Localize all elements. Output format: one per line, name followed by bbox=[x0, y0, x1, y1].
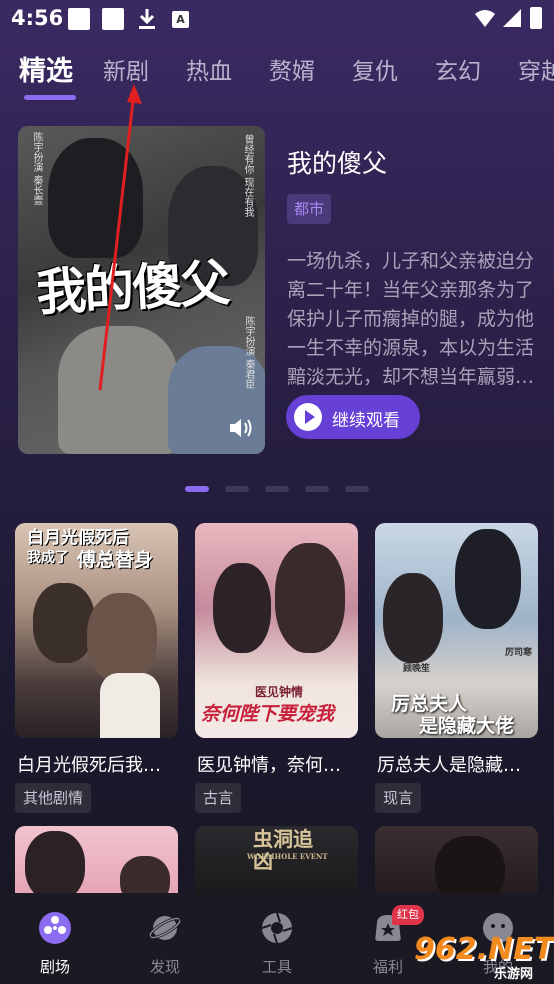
a-app-icon: A bbox=[172, 11, 189, 28]
play-icon bbox=[294, 403, 322, 431]
category-tabs: 精选 新剧 热血 赘婿 复仇 玄幻 穿越 bbox=[0, 52, 554, 102]
poster-figure bbox=[275, 543, 345, 653]
poster-figure bbox=[120, 856, 170, 896]
poster-figure bbox=[58, 326, 178, 454]
carousel-dot[interactable] bbox=[225, 486, 249, 492]
watermark-logo: 962.NET 乐游网 bbox=[414, 932, 554, 982]
download-icon bbox=[139, 9, 155, 29]
wifi-icon bbox=[475, 10, 495, 27]
nav-tools[interactable]: 工具 bbox=[222, 893, 332, 984]
poster-figure bbox=[213, 563, 271, 653]
film-reel-icon bbox=[39, 912, 71, 944]
drama-poster[interactable]: 厉司寒 顾晚笙 厉总夫人 是隐藏大佬 bbox=[375, 523, 538, 738]
hero-poster[interactable]: 陈宇扮演 秦长壹 曾经有你 现在有我 陈宇扮演 秦君臣 我的傻父 bbox=[18, 126, 265, 454]
drama-title[interactable]: 厉总夫人是隐藏… bbox=[377, 751, 537, 777]
poster-figure bbox=[33, 583, 95, 663]
poster-credit-text: 陈宇扮演 秦君臣 bbox=[243, 316, 254, 390]
drama-tag: 现言 bbox=[375, 783, 422, 813]
aperture-icon bbox=[261, 912, 293, 944]
poster-tagline-text: 曾经有你 现在有我 bbox=[242, 134, 253, 218]
drama-card-partial[interactable] bbox=[15, 826, 178, 896]
continue-watching-label: 继续观看 bbox=[332, 411, 400, 431]
poster-figure bbox=[25, 831, 85, 896]
notification-square-icon bbox=[102, 8, 124, 30]
tab-featured[interactable]: 精选 bbox=[19, 52, 73, 88]
poster-text: 傅总替身 bbox=[77, 549, 154, 571]
poster-text: 是隐藏大佬 bbox=[419, 715, 515, 737]
tab-new[interactable]: 新剧 bbox=[103, 52, 149, 86]
poster-text: WORMHOLE EVENT bbox=[247, 852, 328, 861]
carousel-dot-active[interactable] bbox=[185, 486, 209, 492]
poster-figure bbox=[435, 836, 505, 896]
nav-label: 剧场 bbox=[39, 958, 70, 976]
drama-card-partial[interactable] bbox=[375, 826, 538, 896]
watermark-text: 962.NET bbox=[414, 932, 554, 967]
tab-hot-blood[interactable]: 热血 bbox=[186, 52, 232, 86]
nav-discover[interactable]: 发现 bbox=[110, 893, 220, 984]
watermark-subtext: 乐游网 bbox=[494, 967, 534, 982]
hero-title[interactable]: 我的傻父 bbox=[287, 144, 387, 180]
poster-figure bbox=[87, 593, 157, 683]
tab-fantasy[interactable]: 玄幻 bbox=[435, 52, 481, 86]
planet-icon bbox=[148, 916, 182, 940]
poster-credit-text: 陈宇扮演 秦长壹 bbox=[31, 132, 42, 206]
tab-time-travel[interactable]: 穿越 bbox=[518, 52, 554, 86]
carousel-dot[interactable] bbox=[305, 486, 329, 492]
speaker-icon[interactable] bbox=[228, 416, 254, 440]
hero-description: 一场仇杀，儿子和父亲被迫分离二十年！当年父亲那条为了保护儿子而瘸掉的腿，成为他一… bbox=[287, 250, 535, 388]
poster-text: 我成了 bbox=[27, 550, 69, 566]
poster-text: 顾晚笙 bbox=[403, 664, 431, 674]
continue-watching-button[interactable]: 继续观看 bbox=[286, 395, 420, 439]
poster-text: 医见钟情 bbox=[255, 685, 304, 699]
poster-text: 厉司寒 bbox=[505, 648, 533, 658]
poster-figure bbox=[100, 673, 160, 738]
drama-title[interactable]: 医见钟情，奈何… bbox=[197, 751, 357, 777]
notification-square-icon bbox=[68, 8, 90, 30]
drama-poster[interactable]: 白月光假死后 我成了 傅总替身 bbox=[15, 523, 178, 738]
hero-genre-tag: 都市 bbox=[287, 194, 332, 224]
status-time: 4:56 bbox=[11, 6, 64, 30]
nav-label: 工具 bbox=[261, 958, 292, 976]
drama-title[interactable]: 白月光假死后我… bbox=[17, 751, 177, 777]
drama-poster[interactable]: 医见钟情 奈何陛下要宠我 bbox=[195, 523, 358, 738]
tab-active-indicator bbox=[24, 95, 76, 100]
poster-text: 虫洞追凶 bbox=[253, 827, 313, 873]
poster-figure bbox=[48, 138, 143, 258]
battery-icon bbox=[530, 7, 542, 29]
tab-son-in-law[interactable]: 赘婿 bbox=[269, 52, 315, 86]
drama-tag: 古言 bbox=[195, 783, 242, 813]
signal-icon bbox=[503, 9, 521, 27]
nav-theater[interactable]: 剧场 bbox=[0, 893, 110, 984]
carousel-dot[interactable] bbox=[345, 486, 369, 492]
carousel-dot[interactable] bbox=[265, 486, 289, 492]
status-bar: 4:56 A bbox=[0, 0, 554, 40]
nav-label: 发现 bbox=[149, 958, 180, 976]
drama-card-partial[interactable]: 虫洞追凶 WORMHOLE EVENT bbox=[195, 826, 358, 896]
poster-figure bbox=[383, 573, 443, 663]
poster-figure bbox=[455, 529, 521, 629]
poster-title: 我的傻父 bbox=[34, 253, 230, 322]
drama-tag: 其他剧情 bbox=[15, 783, 92, 813]
tab-revenge[interactable]: 复仇 bbox=[352, 52, 398, 86]
red-packet-badge: 红包 bbox=[392, 905, 424, 925]
poster-text: 奈何陛下要宠我 bbox=[201, 703, 335, 725]
